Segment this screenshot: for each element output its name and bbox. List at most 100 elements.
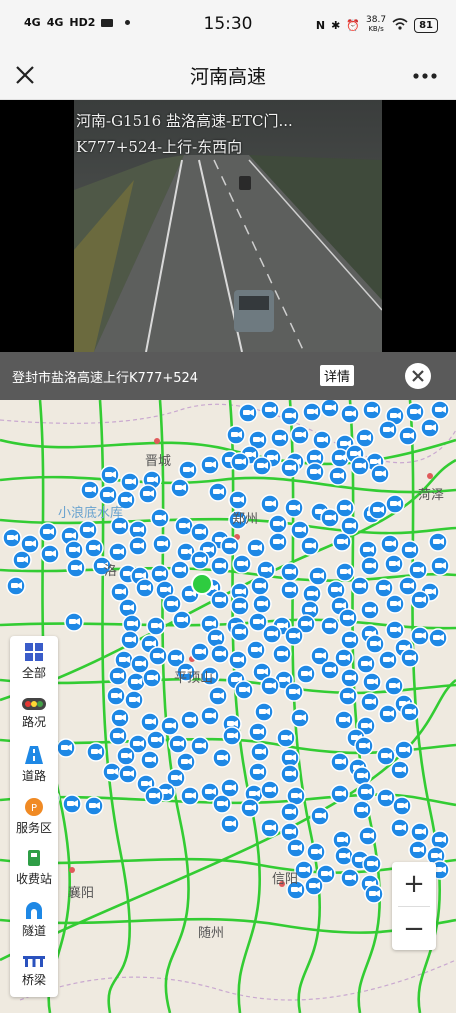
camera-marker[interactable]: [250, 576, 270, 596]
camera-marker[interactable]: [260, 494, 280, 514]
camera-marker[interactable]: [66, 558, 86, 578]
camera-marker[interactable]: [212, 748, 232, 768]
camera-marker[interactable]: [332, 532, 352, 552]
camera-marker[interactable]: [260, 400, 280, 420]
camera-marker[interactable]: [280, 802, 300, 822]
traffic-map[interactable]: 晋城 小浪底水库 郑州 洛 平顶山 菏泽 信阳 襄阳 随州 全部 路况 道路 P…: [0, 400, 456, 1013]
camera-marker[interactable]: [152, 534, 172, 554]
camera-marker[interactable]: [146, 616, 166, 636]
camera-marker[interactable]: [368, 500, 388, 520]
camera-marker[interactable]: [378, 420, 398, 440]
camera-marker[interactable]: [150, 508, 170, 528]
camera-marker[interactable]: [230, 622, 250, 642]
camera-marker[interactable]: [284, 498, 304, 518]
camera-marker[interactable]: [220, 814, 240, 834]
camera-marker[interactable]: [332, 830, 352, 850]
camera-marker[interactable]: [206, 628, 226, 648]
camera-marker[interactable]: [12, 550, 32, 570]
camera-marker[interactable]: [232, 554, 252, 574]
camera-marker[interactable]: [284, 626, 304, 646]
camera-marker[interactable]: [428, 628, 448, 648]
camera-marker[interactable]: [360, 600, 380, 620]
zoom-out-button[interactable]: −: [392, 907, 436, 951]
camera-marker[interactable]: [124, 690, 144, 710]
camera-marker[interactable]: [128, 536, 148, 556]
camera-marker[interactable]: [20, 534, 40, 554]
camera-marker[interactable]: [400, 702, 420, 722]
camera-marker[interactable]: [420, 418, 440, 438]
camera-marker[interactable]: [190, 736, 210, 756]
camera-marker[interactable]: [64, 540, 84, 560]
camera-marker[interactable]: [400, 540, 420, 560]
camera-marker[interactable]: [254, 702, 274, 722]
camera-marker[interactable]: [138, 484, 158, 504]
menu-item-tunnel[interactable]: 隧道: [10, 894, 58, 946]
camera-marker[interactable]: [280, 764, 300, 784]
camera-marker[interactable]: [250, 742, 270, 762]
camera-marker[interactable]: [335, 562, 355, 582]
camera-marker[interactable]: [390, 818, 410, 838]
camera-marker[interactable]: [230, 596, 250, 616]
camera-marker[interactable]: [86, 742, 106, 762]
camera-marker[interactable]: [352, 800, 372, 820]
camera-marker[interactable]: [370, 464, 390, 484]
camera-marker[interactable]: [146, 730, 166, 750]
camera-marker[interactable]: [210, 644, 230, 664]
detail-button[interactable]: 详情: [320, 365, 355, 386]
camera-marker[interactable]: [180, 786, 200, 806]
camera-marker[interactable]: [64, 612, 84, 632]
camera-marker[interactable]: [280, 562, 300, 582]
camera-marker[interactable]: [6, 576, 26, 596]
camera-marker[interactable]: [272, 644, 292, 664]
camera-marker[interactable]: [176, 752, 196, 772]
camera-marker[interactable]: [228, 490, 248, 510]
camera-marker[interactable]: [330, 784, 350, 804]
menu-item-toll-station[interactable]: 收费站: [10, 842, 58, 894]
camera-marker[interactable]: [354, 736, 374, 756]
camera-marker[interactable]: [310, 806, 330, 826]
camera-marker[interactable]: [260, 676, 280, 696]
camera-marker[interactable]: [100, 465, 120, 485]
camera-marker[interactable]: [135, 578, 155, 598]
camera-marker[interactable]: [252, 456, 272, 476]
camera-marker[interactable]: [360, 692, 380, 712]
camera-marker[interactable]: [190, 522, 210, 542]
camera-marker[interactable]: [380, 534, 400, 554]
camera-marker[interactable]: [122, 614, 142, 634]
camera-marker[interactable]: [340, 868, 360, 888]
camera-marker[interactable]: [376, 788, 396, 808]
camera-marker[interactable]: [108, 542, 128, 562]
camera-marker[interactable]: [334, 710, 354, 730]
camera-marker[interactable]: [385, 594, 405, 614]
camera-marker[interactable]: [376, 746, 396, 766]
camera-marker[interactable]: [398, 426, 418, 446]
camera-marker[interactable]: [210, 590, 230, 610]
camera-marker[interactable]: [408, 840, 428, 860]
camera-marker[interactable]: [120, 630, 140, 650]
camera-marker[interactable]: [40, 544, 60, 564]
camera-marker[interactable]: [270, 428, 290, 448]
camera-marker[interactable]: [80, 480, 100, 500]
camera-marker[interactable]: [102, 762, 122, 782]
camera-marker[interactable]: [405, 402, 425, 422]
camera-marker[interactable]: [378, 704, 398, 724]
camera-marker[interactable]: [394, 740, 414, 760]
camera-marker[interactable]: [338, 608, 358, 628]
camera-marker[interactable]: [220, 536, 240, 556]
camera-marker[interactable]: [430, 830, 450, 850]
camera-marker[interactable]: [162, 594, 182, 614]
camera-marker[interactable]: [328, 466, 348, 486]
camera-marker[interactable]: [268, 532, 288, 552]
camera-marker[interactable]: [120, 472, 140, 492]
camera-layer[interactable]: [2, 400, 450, 904]
camera-marker[interactable]: [290, 425, 310, 445]
camera-marker[interactable]: [384, 554, 404, 574]
menu-item-traffic[interactable]: 路况: [10, 688, 58, 740]
camera-marker[interactable]: [116, 746, 136, 766]
camera-marker[interactable]: [170, 560, 190, 580]
camera-marker[interactable]: [362, 854, 382, 874]
camera-marker[interactable]: [312, 430, 332, 450]
camera-marker[interactable]: [212, 794, 232, 814]
camera-marker[interactable]: [200, 455, 220, 475]
camera-marker[interactable]: [222, 726, 242, 746]
